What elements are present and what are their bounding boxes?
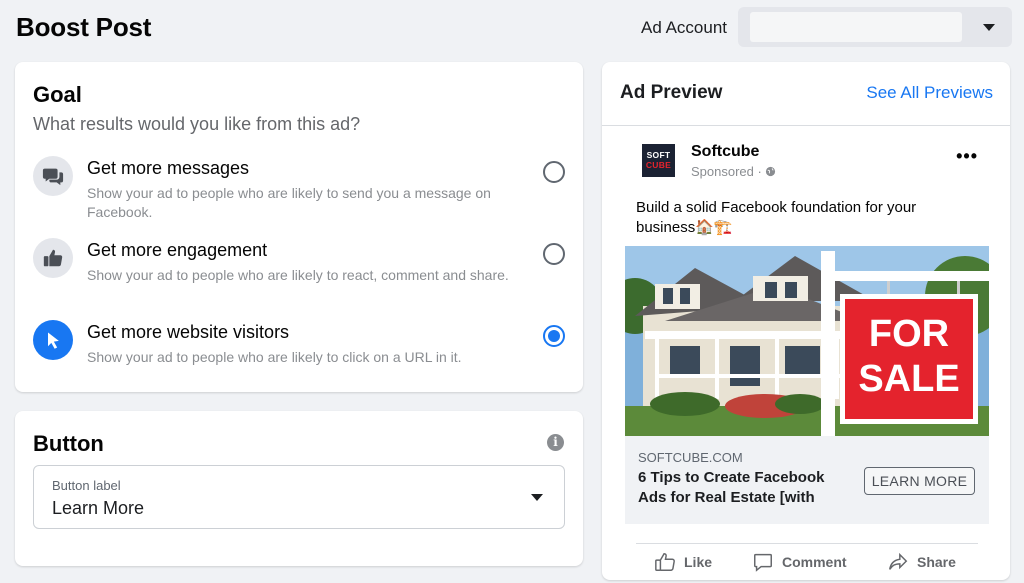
goal-subtitle: What results would you like from this ad… [33,114,361,134]
goal-radio-messages[interactable] [543,161,565,183]
button-label-dropdown[interactable]: Button label Learn More [33,465,565,529]
cursor-icon [33,320,73,360]
ad-preview-card: Ad Preview See All Previews SOFT CUBE So… [602,62,1010,580]
more-options-icon[interactable]: ••• [956,146,978,167]
thumbs-up-icon [655,553,675,571]
ad-account-value[interactable] [750,12,962,42]
goal-heading: Goal [33,82,82,107]
goal-option-website-visitors[interactable]: Get more website visitors Show your ad t… [33,314,565,384]
link-domain: SOFTCUBE.COM [638,450,743,465]
divider [602,125,1010,126]
goal-option-title: Get more engagement [87,240,268,260]
goal-option-messages[interactable]: Get more messages Show your ad to people… [33,150,565,220]
goal-option-description: Show your ad to people who are likely to… [87,349,462,365]
comment-button[interactable]: Comment [752,548,847,576]
caret-down-icon[interactable] [983,24,995,31]
softcube-logo[interactable]: SOFT CUBE [642,144,675,177]
logo-text-bottom: CUBE [645,160,672,170]
button-label-field-value: Learn More [52,498,145,518]
like-button[interactable]: Like [654,548,712,576]
goal-radio-engagement[interactable] [543,243,565,265]
sponsored-text: Sponsored · [691,164,766,179]
globe-icon [766,166,776,177]
link-title: 6 Tips to Create Facebook Ads for Real E… [638,469,825,506]
house-for-sale-image: FOR SALE [625,246,989,436]
thumbs-up-icon [33,238,73,278]
button-card: Button i Button label Learn More [15,411,583,566]
goal-option-title: Get more messages [87,158,250,178]
post-image[interactable]: FOR SALE [625,246,989,436]
share-icon [889,552,908,570]
share-button[interactable]: Share [887,548,956,576]
comment-icon [754,553,772,572]
comment-label: Comment [782,554,847,570]
button-label-field-label: Button label [52,478,121,493]
sign-text-sale: SALE [858,358,959,400]
chat-icon [33,156,73,196]
page-title: Boost Post [16,12,152,42]
link-preview[interactable]: SOFTCUBE.COM 6 Tips to Create Facebook A… [625,436,989,524]
ad-account-label: Ad Account [641,18,728,37]
info-icon[interactable]: i [547,434,564,451]
button-heading: Button [33,431,104,456]
share-label: Share [917,554,956,570]
like-label: Like [684,554,713,570]
learn-more-button[interactable]: LEARN MORE [864,467,975,495]
sponsored-label: Sponsored · [691,164,776,179]
goal-option-description: Show your ad to people who are likely to… [87,185,491,220]
goal-option-description: Show your ad to people who are likely to… [87,267,509,283]
page-name[interactable]: Softcube [691,143,759,161]
ad-preview-heading: Ad Preview [620,82,723,103]
logo-text-top: SOFT [646,150,671,160]
ad-account-dropdown[interactable] [738,7,1012,47]
post-text: Build a solid Facebook foundation for yo… [636,199,917,236]
goal-card: Goal What results would you like from th… [15,62,583,392]
see-all-previews-link[interactable]: See All Previews [866,83,993,103]
caret-down-icon[interactable] [531,494,543,501]
sign-text-for: FOR [869,313,949,355]
goal-option-engagement[interactable]: Get more engagement Show your ad to peop… [33,232,565,302]
goal-option-title: Get more website visitors [87,322,290,342]
goal-radio-website-visitors[interactable] [543,325,565,347]
divider [636,543,978,544]
